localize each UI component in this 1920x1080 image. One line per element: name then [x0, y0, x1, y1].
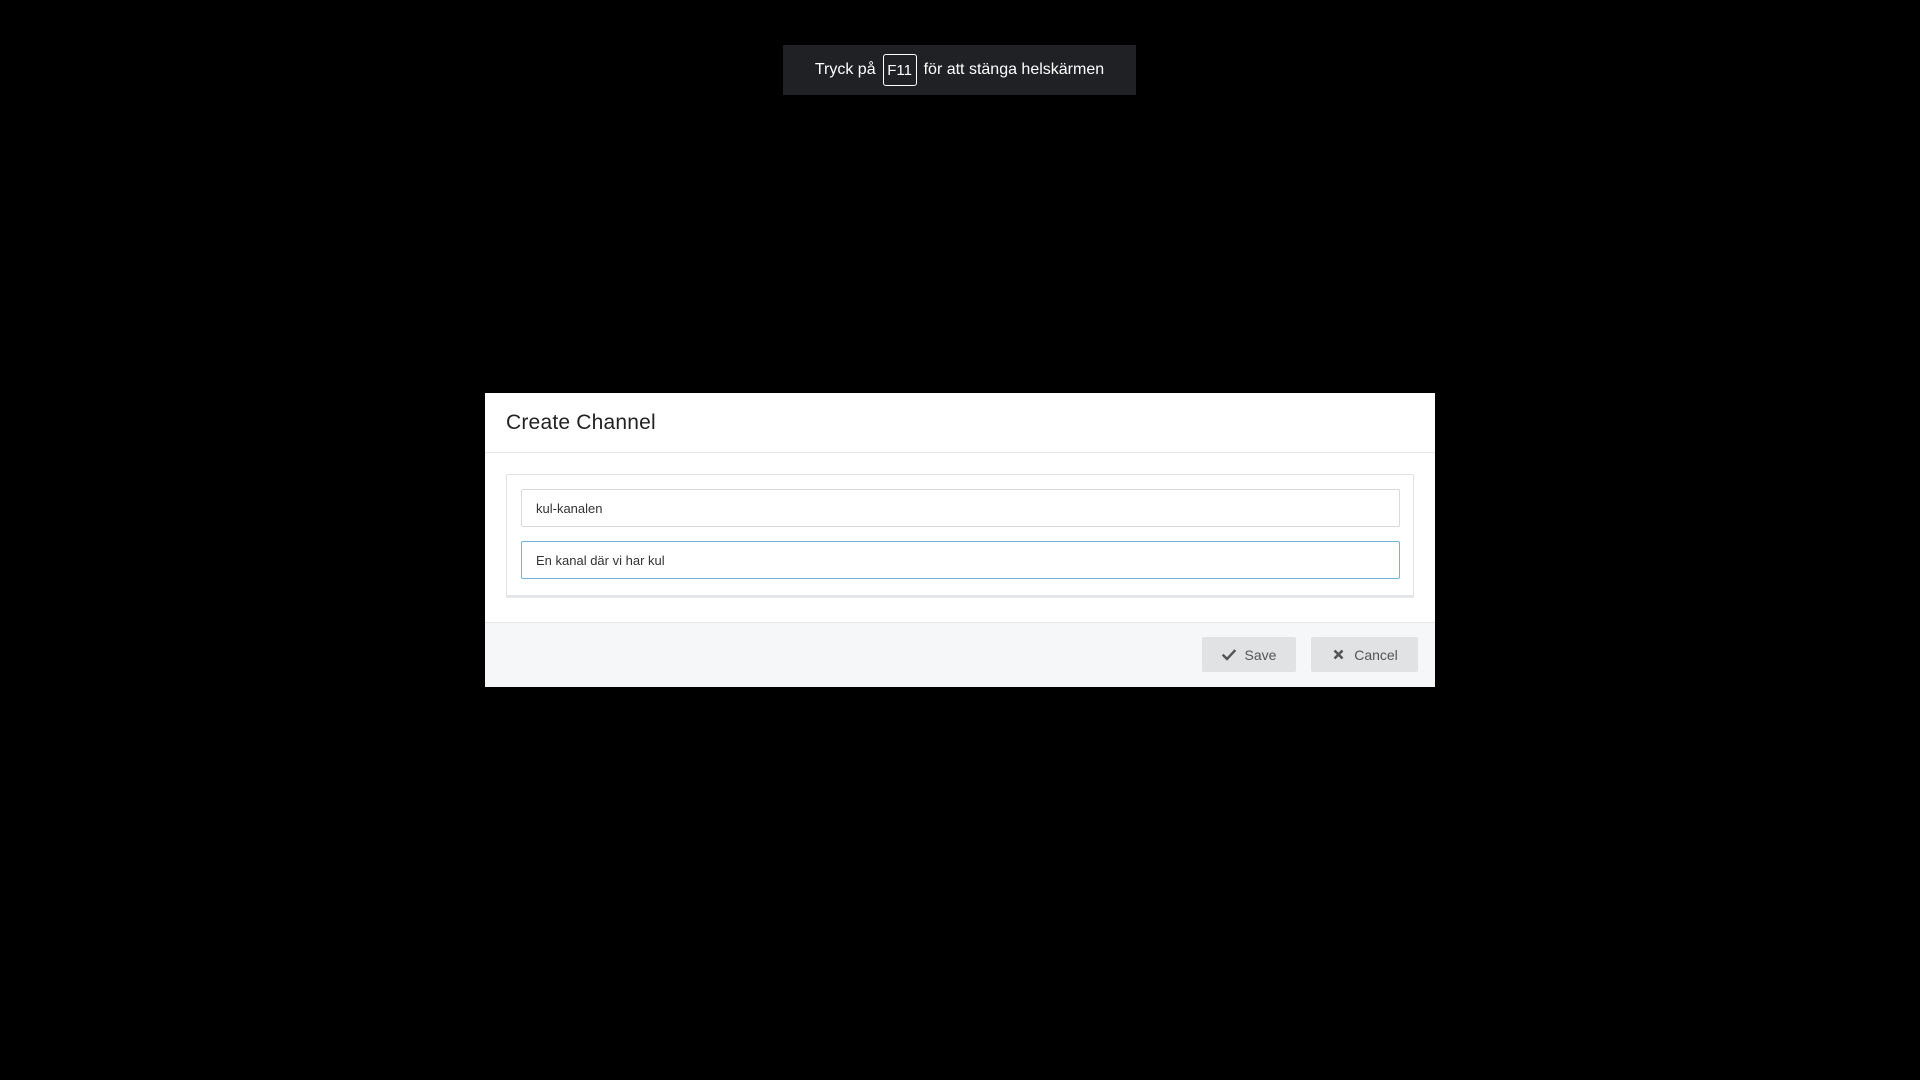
notice-suffix: för att stänga helskärmen — [923, 61, 1105, 78]
cancel-button-label: Cancel — [1354, 646, 1398, 663]
save-button-label: Save — [1244, 646, 1277, 663]
create-channel-dialog: Create Channel Save Cancel — [485, 393, 1435, 687]
cancel-button[interactable]: Cancel — [1311, 637, 1418, 672]
f11-key-badge: F11 — [882, 54, 917, 86]
dialog-header: Create Channel — [485, 393, 1435, 453]
channel-name-input[interactable] — [521, 489, 1400, 527]
channel-form — [506, 474, 1414, 598]
close-icon — [1331, 648, 1345, 662]
fullscreen-exit-notice: Tryck på F11 för att stänga helskärmen — [783, 45, 1136, 95]
check-icon — [1221, 648, 1236, 662]
save-button[interactable]: Save — [1202, 637, 1296, 672]
dialog-footer: Save Cancel — [485, 622, 1435, 687]
notice-prefix: Tryck på — [814, 61, 876, 78]
dialog-title: Create Channel — [506, 410, 656, 434]
dialog-body — [485, 453, 1435, 621]
channel-purpose-input[interactable] — [521, 541, 1400, 579]
